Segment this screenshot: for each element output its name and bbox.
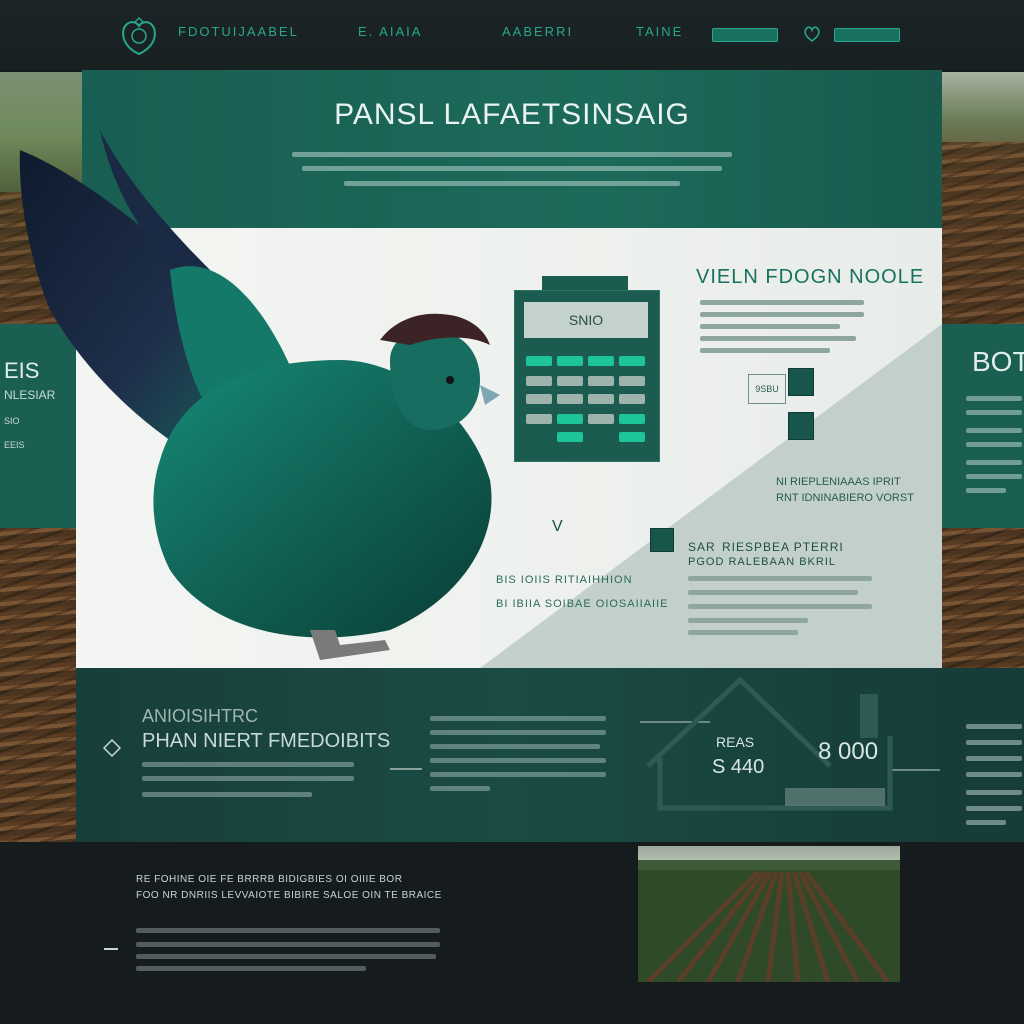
calculator-key[interactable] [557, 432, 583, 442]
house-value: S 440 [712, 756, 765, 778]
nav-link-4[interactable]: TAINE [636, 24, 683, 39]
nav-link-1[interactable]: FDOTUIJAABEL [178, 24, 299, 39]
bottom-line-1: RE FOHINE OIE FE BRRRB BIDIGBIES OI OIII… [136, 874, 403, 885]
chicken-logo-icon[interactable] [118, 16, 160, 56]
calculator-key[interactable] [588, 414, 614, 424]
calculator-key[interactable] [526, 414, 552, 424]
mid-divider [390, 768, 422, 770]
calculator-key[interactable] [526, 356, 552, 366]
house-icon [640, 676, 940, 811]
crop-field-photo [638, 846, 900, 982]
bottom-dash [104, 948, 118, 950]
nav-link-2[interactable]: E. AIAIA [358, 24, 422, 39]
calculator-key[interactable] [526, 376, 552, 386]
calculator-key[interactable] [557, 356, 583, 366]
chicken-illustration [19, 130, 500, 660]
calculator-key[interactable] [619, 356, 645, 366]
calculator-key[interactable] [619, 376, 645, 386]
calculator-key[interactable] [557, 376, 583, 386]
calculator-display: SNIO [524, 302, 648, 338]
calculator-key[interactable] [619, 432, 645, 442]
right-field-photo-middle [942, 528, 1024, 670]
mid-heading: PHAN NIERT FMEDOIBITS [142, 730, 391, 752]
calculator-key[interactable] [526, 394, 552, 404]
chevron-down-icon[interactable]: V [552, 518, 563, 536]
info-title-b: RIESPBEA PTERRI [722, 540, 844, 554]
nav-link-3[interactable]: AABERRI [502, 24, 573, 39]
chicken-caption-line-1: BIS IOIIS RITIAIHHION [496, 574, 633, 586]
info-subtitle: PGOD RALEBAAN BKRIL [688, 556, 836, 568]
calculator-key[interactable] [588, 376, 614, 386]
nav-cta-button[interactable] [712, 28, 778, 42]
feature-square-3 [650, 528, 674, 552]
calculator-key[interactable] [588, 394, 614, 404]
mid-heading-top: ANIOISIHTRC [142, 706, 259, 726]
feature-square-2 [788, 412, 814, 440]
right-card-title: BOTT [972, 346, 1024, 377]
big-stat-value: 8 000 [818, 738, 879, 765]
calculator-key[interactable] [588, 356, 614, 366]
chicken-caption-line-2: BI IBIIA SOIBAE OIOSAIIAIIE [496, 598, 669, 610]
calculator-key[interactable] [557, 414, 583, 424]
calculator-key[interactable] [557, 394, 583, 404]
hero-title: PANSL LAFAETSINSAIG [334, 98, 690, 131]
feature-square-1 [788, 368, 814, 396]
bottom-line-2: FOO NR DNRIIS LEVVAIOTE BIBIRE SALOE OIN… [136, 890, 442, 901]
heart-icon[interactable] [803, 25, 821, 43]
info-title-a: SAR [688, 540, 716, 554]
right-band-card [942, 668, 1024, 842]
calculator-key[interactable] [619, 394, 645, 404]
feature-note: NI RIEPLENIAAAS IPRIT RNT IDNINABIERO VO… [776, 476, 914, 504]
diamond-icon[interactable] [102, 738, 122, 758]
feature-chip[interactable]: 9SBU [748, 374, 786, 404]
nav-signup-button[interactable] [834, 28, 900, 42]
house-label: REAS [716, 734, 755, 750]
feature-title: VIELN FDOGN NOOLE [696, 266, 925, 288]
calculator-key[interactable] [619, 414, 645, 424]
